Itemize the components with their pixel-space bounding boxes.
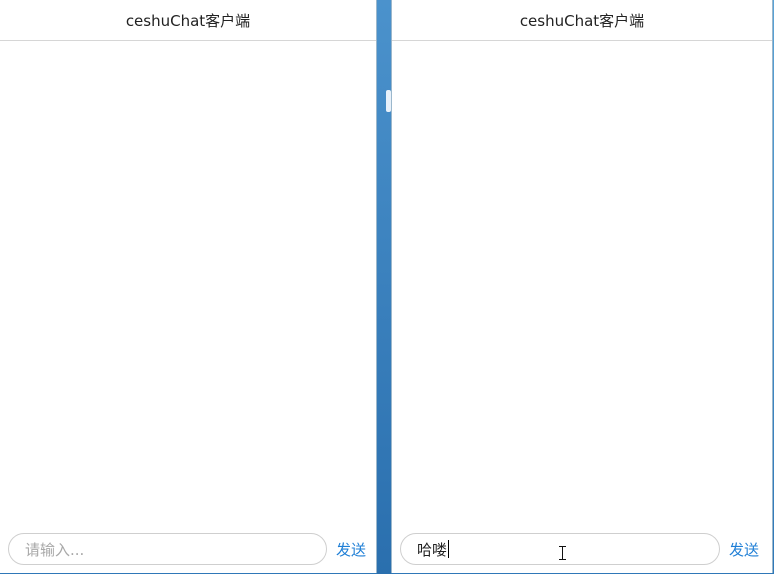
input-value: 哈喽 [417,540,448,559]
text-caret [448,540,450,558]
send-button[interactable]: 发送 [336,539,366,560]
window-title: ceshuChat客户端 [0,0,376,41]
chat-window-right: ceshuChat客户端 哈喽 发送 [391,0,773,573]
input-bar: 请输入... 发送 [0,531,376,567]
text-cursor-icon [558,546,567,560]
desktop: ceshuChat客户端 请输入... 发送 ceshuChat客户端 哈喽 发… [0,0,774,574]
message-area[interactable] [0,41,376,531]
window-gap [377,0,391,574]
send-button[interactable]: 发送 [729,539,759,560]
message-input[interactable]: 请输入... [8,533,327,565]
message-area[interactable] [392,41,772,531]
input-placeholder: 请输入... [25,540,85,559]
input-bar: 哈喽 发送 [392,531,772,567]
window-title: ceshuChat客户端 [392,0,772,41]
chat-window-left: ceshuChat客户端 请输入... 发送 [0,0,377,573]
